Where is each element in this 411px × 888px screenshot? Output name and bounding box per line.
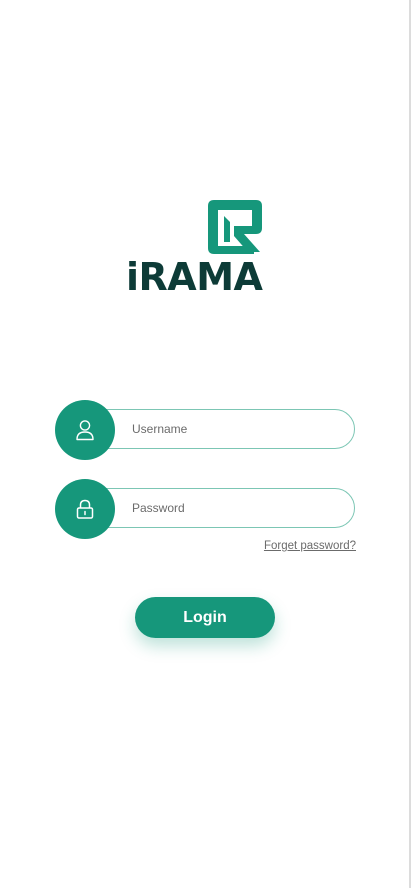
username-input[interactable]: [132, 410, 342, 448]
username-field[interactable]: [55, 400, 356, 460]
user-icon: [76, 420, 94, 441]
leaf-k-icon: [208, 200, 262, 254]
brand-name: iRAMA: [126, 255, 263, 299]
password-pill[interactable]: [85, 488, 355, 528]
password-icon-badge: [55, 479, 115, 539]
forgot-password-link[interactable]: Forget password?: [264, 540, 356, 552]
password-field[interactable]: [55, 479, 356, 539]
login-button[interactable]: Login: [135, 597, 275, 638]
app-logo: iRAMA: [126, 198, 268, 300]
password-input[interactable]: [132, 489, 342, 527]
username-icon-badge: [55, 400, 115, 460]
lock-icon: [76, 499, 94, 519]
username-pill[interactable]: [85, 409, 355, 449]
